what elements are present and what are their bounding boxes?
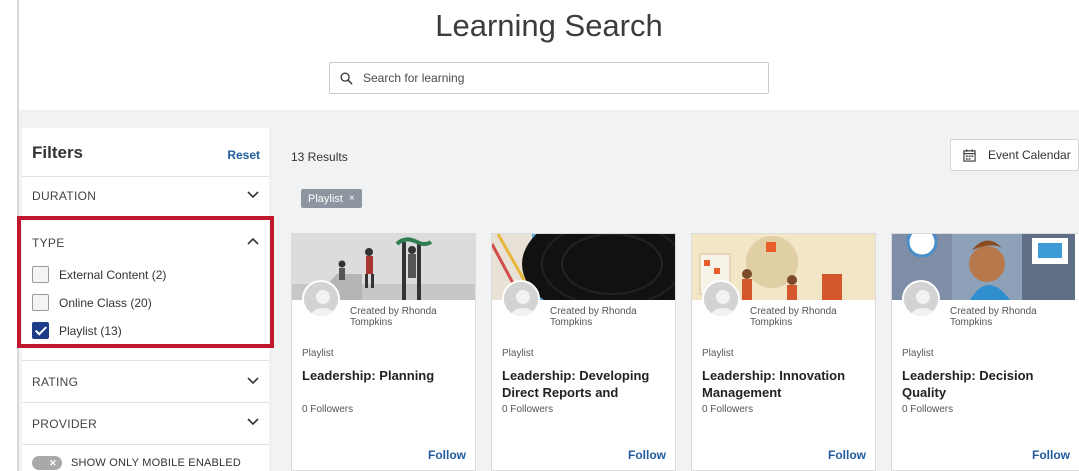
- card-followers: 0 Followers: [702, 404, 754, 415]
- card-title[interactable]: Leadership: Innovation Management: [702, 367, 867, 401]
- learning-card[interactable]: Created by Rhonda Tompkins Playlist Lead…: [891, 233, 1079, 471]
- card-creator: Created by Rhonda Tompkins: [750, 306, 837, 328]
- chevron-down-icon: [247, 418, 259, 426]
- mobile-enabled-label: SHOW ONLY MOBILE ENABLED: [71, 457, 242, 469]
- card-type: Playlist: [702, 348, 734, 359]
- card-followers: 0 Followers: [502, 404, 554, 415]
- card-creator: Created by Rhonda Tompkins: [550, 306, 637, 328]
- follow-button[interactable]: Follow: [428, 448, 466, 462]
- event-calendar-button[interactable]: Event Calendar: [950, 139, 1079, 171]
- filters-heading: Filters: [32, 143, 84, 162]
- card-creator: Created by Rhonda Tompkins: [950, 306, 1037, 328]
- avatar: [902, 280, 940, 318]
- facet-rating-label: RATING: [32, 375, 79, 389]
- chevron-down-icon: [247, 377, 259, 385]
- search-box[interactable]: [329, 62, 769, 94]
- avatar: [302, 280, 340, 318]
- card-followers: 0 Followers: [902, 404, 954, 415]
- card-title[interactable]: Leadership: Decision Quality: [902, 367, 1067, 401]
- search-input[interactable]: [363, 71, 743, 85]
- reset-button[interactable]: Reset: [227, 148, 260, 162]
- card-type: Playlist: [902, 348, 934, 359]
- close-icon[interactable]: ×: [349, 193, 355, 204]
- follow-button[interactable]: Follow: [828, 448, 866, 462]
- filters-sidebar: Filters Reset DURATION TYPE External Con…: [17, 128, 274, 471]
- card-type: Playlist: [302, 348, 334, 359]
- facet-rating[interactable]: RATING: [22, 360, 269, 402]
- event-calendar-label: Event Calendar: [988, 148, 1071, 162]
- learning-card[interactable]: Created by Rhonda Tompkins Playlist Lead…: [491, 233, 676, 471]
- page-title: Learning Search: [435, 8, 663, 43]
- card-followers: 0 Followers: [302, 404, 354, 415]
- avatar: [702, 280, 740, 318]
- calendar-icon: [963, 148, 976, 162]
- header: Learning Search: [19, 0, 1079, 110]
- chip-label: Playlist: [308, 192, 343, 205]
- facet-duration-label: DURATION: [32, 189, 97, 203]
- facet-duration[interactable]: DURATION: [22, 176, 269, 216]
- learning-card[interactable]: Created by Rhonda Tompkins Playlist Lead…: [691, 233, 876, 471]
- facet-provider-label: PROVIDER: [32, 417, 98, 431]
- card-type: Playlist: [502, 348, 534, 359]
- chevron-down-icon: [247, 191, 259, 199]
- follow-button[interactable]: Follow: [628, 448, 666, 462]
- content-area: Filters Reset DURATION TYPE External Con…: [17, 110, 1079, 471]
- mobile-enabled-toggle-row[interactable]: SHOW ONLY MOBILE ENABLED: [32, 456, 241, 470]
- follow-button[interactable]: Follow: [1032, 448, 1070, 462]
- avatar: [502, 280, 540, 318]
- search-icon: [340, 71, 353, 85]
- card-creator: Created by Rhonda Tompkins: [350, 306, 437, 328]
- learning-card[interactable]: Created by Rhonda Tompkins Playlist Lead…: [291, 233, 476, 471]
- mobile-enabled-toggle[interactable]: [32, 456, 62, 470]
- facet-provider[interactable]: PROVIDER: [22, 402, 269, 444]
- results-count: 13 Results: [291, 150, 348, 164]
- card-title[interactable]: Leadership: Planning: [302, 367, 467, 384]
- active-filter-chip[interactable]: Playlist ×: [301, 189, 362, 208]
- type-highlight-box: [17, 216, 274, 348]
- card-title[interactable]: Leadership: Developing Direct Reports an…: [502, 367, 667, 401]
